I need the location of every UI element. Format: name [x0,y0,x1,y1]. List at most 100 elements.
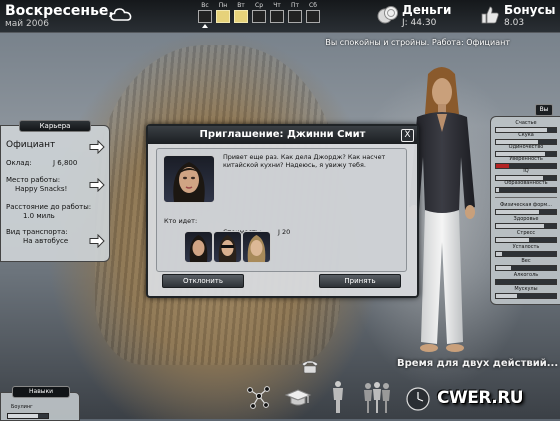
sender-portrait [163,155,215,203]
accept-button[interactable]: Принять [319,274,401,288]
weekday-cell[interactable]: Вт [233,2,249,23]
weekday-cell[interactable]: Ср [251,2,267,23]
date-label: май 2006 [5,19,49,29]
attendee-portrait[interactable] [213,231,242,263]
group-icon[interactable] [360,380,394,414]
stat-fill [496,294,517,298]
stat-label: Скука [518,132,534,138]
stat-label: Здоровье [513,216,539,222]
skill-label: Боулинг [11,404,33,410]
stats-divider [495,197,557,198]
woman-face-icon [173,162,205,202]
weekday-cell[interactable]: Чт [269,2,285,23]
weekday-box [234,10,248,23]
weekday-box [270,10,284,23]
bonus-label: Бонусы [504,3,556,17]
weekday-label: Ср [255,2,263,9]
day-title: Воскресенье, [5,3,114,19]
stat-label: Мускулы [514,286,538,292]
stat-bar [495,187,557,193]
person-icon[interactable] [330,380,346,414]
stats-panel: Счастье Скука Одиночество Уверенность IQ… [490,116,560,305]
money-label: Деньги [402,3,452,17]
stat-health: Здоровье [495,216,557,229]
bonus-value: 8.03 [504,18,525,28]
weekday-box [306,10,320,23]
dialog-content: Привет еще раз. Как дела Джордж? Как нас… [156,148,407,272]
cloud-weather-icon [110,8,132,21]
invitation-dialog: Приглашение: Джинни Смит X Привет еще ра… [146,124,419,298]
actions-remaining-text: Время для двух действий... [397,358,559,369]
workplace-value: Happy Snacks! [15,185,68,193]
attendees-label: Кто идет: [164,217,198,225]
weekday-box [216,10,230,23]
dialog-title: Приглашение: Джинни Смит [148,126,417,144]
stat-label: Физическая форм... [500,202,552,208]
woman-face-icon [247,235,266,262]
transport-value: На автобусе [23,237,69,245]
stat-bar [495,209,557,215]
job-title: Официант [6,140,56,150]
weekday-box [198,10,212,23]
stats-tab[interactable]: Вы [535,104,553,116]
attendee-portrait[interactable] [184,231,213,263]
skill-bar [7,413,49,419]
stat-stress: Стресс [495,230,557,243]
stat-fill [496,266,511,270]
stat-muscles: Мускулы [495,286,557,299]
weekday-cell[interactable]: Вс [197,2,213,28]
network-graph-icon[interactable] [245,384,271,410]
stat-fatigue: Усталость [495,244,557,257]
stat-bar [495,237,557,243]
career-panel: Карьера Официант Оклад: J 6,800 Место ра… [0,120,110,262]
woman-face-icon [189,235,208,262]
weekday-label: Вс [201,2,209,9]
stat-bar [495,251,557,257]
top-bar: Воскресенье, май 2006 Вс Пн Вт Ср Чт Пт [0,0,560,33]
stat-fill [496,238,529,242]
stat-bar [495,265,557,271]
weekday-cell[interactable]: Пт [287,2,303,23]
weekday-cell[interactable]: Пн [215,2,231,23]
stat-bar [495,223,557,229]
stat-fill [496,224,544,228]
money-coins-icon [377,6,398,24]
stat-bar [495,293,557,299]
stat-label: Уверенность [509,156,543,162]
close-button[interactable]: X [401,129,414,142]
job-arrow-button[interactable] [89,140,105,154]
weekday-label: Вт [237,2,245,9]
status-message: Вы спокойны и стройны. Работа: Официант [325,38,510,47]
transport-arrow-button[interactable] [89,234,105,248]
phone-icon[interactable] [300,358,320,374]
workplace-arrow-button[interactable] [89,178,105,192]
weekday-label: Пт [290,2,299,9]
attendee-portrait[interactable] [242,231,271,263]
stat-label: Одиночество [508,144,544,150]
stat-label: Счастье [515,120,537,126]
decline-button[interactable]: Отклонить [162,274,244,288]
thumbs-up-icon [481,6,499,24]
woman-sunglasses-face-icon [218,235,237,262]
distance-value: 1.0 миль [23,212,55,220]
skills-panel: Боулинг Навыки [0,386,80,421]
watermark-text: CWER.RU [437,388,524,408]
money-value: J: 44.30 [402,18,437,28]
skills-title[interactable]: Навыки [12,386,70,398]
weekday-label: Пн [218,2,228,9]
weekday-box [252,10,266,23]
current-day-marker-icon [202,24,208,28]
weekday-cell[interactable]: Сб [305,2,321,23]
distance-label: Расстояние до работы: [6,203,92,211]
stat-education: Образованность [495,180,557,193]
invitation-message: Привет еще раз. Как дела Джордж? Как нас… [223,153,386,169]
transport-label: Вид транспорта: [6,228,68,236]
stat-label: Усталость [512,244,540,250]
graduation-cap-icon[interactable] [284,388,312,408]
weekday-box [288,10,302,23]
salary-label: Оклад: [6,159,32,167]
stat-fill [496,188,499,192]
clock-icon[interactable] [404,386,432,412]
stat-fill [496,210,540,214]
stat-label: Вес [521,258,531,264]
